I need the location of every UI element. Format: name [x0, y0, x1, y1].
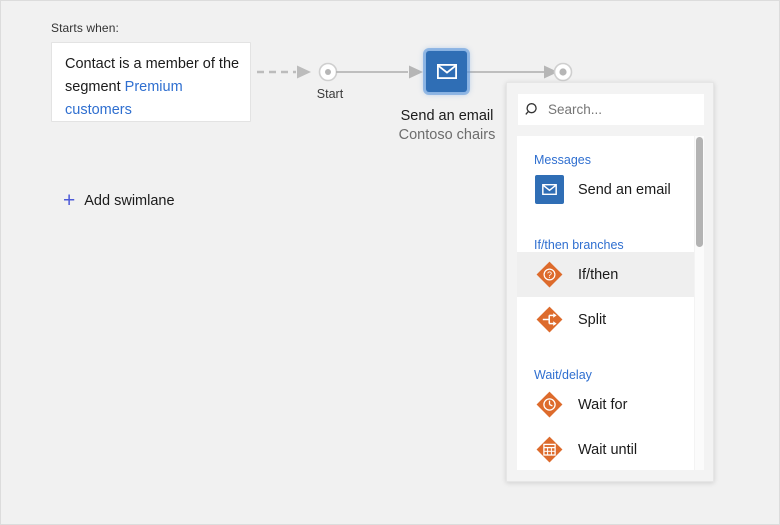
- plus-icon: +: [63, 190, 75, 211]
- step-item-label: Send an email: [578, 182, 671, 198]
- starts-when-label: Starts when:: [51, 21, 119, 35]
- svg-text:?: ?: [547, 270, 552, 280]
- step-item-send-an-email[interactable]: Send an email: [517, 167, 694, 212]
- send-email-node[interactable]: [426, 51, 467, 92]
- workflow-designer: Starts when: Contact is a member of the …: [0, 0, 780, 525]
- add-swimlane-button[interactable]: + Add swimlane: [59, 187, 179, 214]
- step-item-wait-until[interactable]: Wait until: [517, 427, 694, 470]
- add-swimlane-label: Add swimlane: [84, 193, 174, 209]
- step-item-wait-for[interactable]: Wait for: [517, 382, 694, 427]
- search-icon: [518, 102, 548, 118]
- step-item-label: Wait until: [578, 442, 637, 458]
- panel-scrollbar[interactable]: [695, 136, 704, 470]
- envelope-icon: [534, 174, 565, 205]
- add-step-flyout-panel[interactable]: Messages Send an email If/then branches: [506, 82, 714, 482]
- group-header-messages: Messages: [517, 153, 694, 167]
- trigger-card-text: Contact is a member of the segment Premi…: [65, 53, 240, 122]
- step-item-label: If/then: [578, 267, 618, 283]
- trigger-card[interactable]: Contact is a member of the segment Premi…: [51, 42, 251, 122]
- group-header-wait-delay: Wait/delay: [517, 368, 694, 382]
- calendar-icon: [534, 434, 565, 465]
- step-item-if-then[interactable]: ? If/then: [517, 252, 694, 297]
- step-item-label: Split: [578, 312, 606, 328]
- panel-scrollbar-thumb[interactable]: [696, 137, 703, 247]
- search-box[interactable]: [518, 94, 704, 125]
- split-arrows-icon: [534, 304, 565, 335]
- step-list[interactable]: Messages Send an email If/then branches: [517, 136, 694, 470]
- start-node-label: Start: [301, 87, 359, 101]
- step-item-label: Wait for: [578, 397, 627, 413]
- clock-icon: [534, 389, 565, 420]
- group-header-if-then-branches: If/then branches: [517, 238, 694, 252]
- envelope-icon: [437, 64, 457, 79]
- search-input[interactable]: [548, 102, 714, 117]
- step-item-split[interactable]: Split: [517, 297, 694, 342]
- question-mark-icon: ?: [534, 259, 565, 290]
